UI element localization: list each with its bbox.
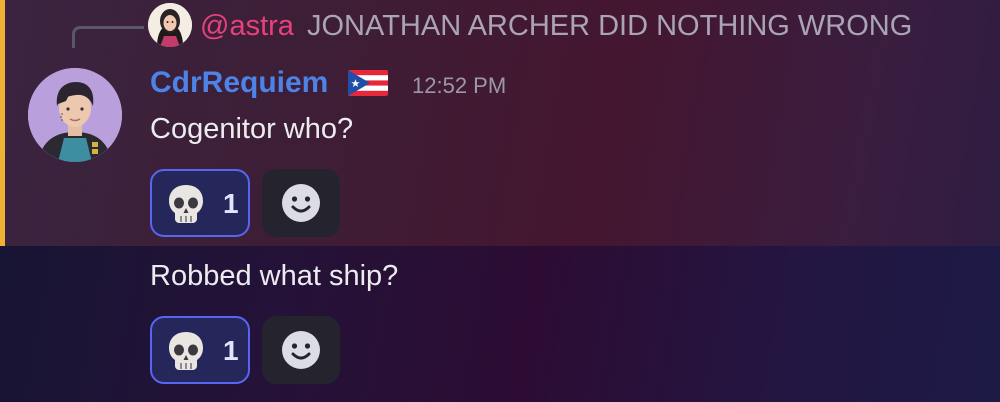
reaction-count: 1 <box>223 188 239 219</box>
author-avatar[interactable] <box>28 68 122 162</box>
reply-author-avatar[interactable] <box>148 3 192 47</box>
reply-spine <box>72 26 144 48</box>
skull-emoji-icon <box>169 332 203 370</box>
skull-reaction-button[interactable]: 1 <box>150 316 250 384</box>
message-author[interactable]: CdrRequiem <box>150 64 328 102</box>
puerto-rico-flag-icon <box>348 70 388 96</box>
add-reaction-button[interactable] <box>262 316 340 384</box>
reaction-count: 1 <box>223 335 239 366</box>
smiley-icon <box>282 184 320 222</box>
skull-reaction-button[interactable]: 1 <box>150 169 250 237</box>
message-content: Robbed what ship? <box>150 260 399 292</box>
reply-preview-text[interactable]: JONATHAN ARCHER DID NOTHING WRONG <box>307 8 912 44</box>
smiley-icon <box>282 331 320 369</box>
mention-indicator-bar <box>0 0 5 246</box>
reply-author[interactable]: @astra <box>200 8 294 44</box>
message-timestamp: 12:52 PM <box>412 73 507 98</box>
add-reaction-button[interactable] <box>262 169 340 237</box>
message-content: Cogenitor who? <box>150 113 354 145</box>
skull-emoji-icon <box>169 185 203 223</box>
